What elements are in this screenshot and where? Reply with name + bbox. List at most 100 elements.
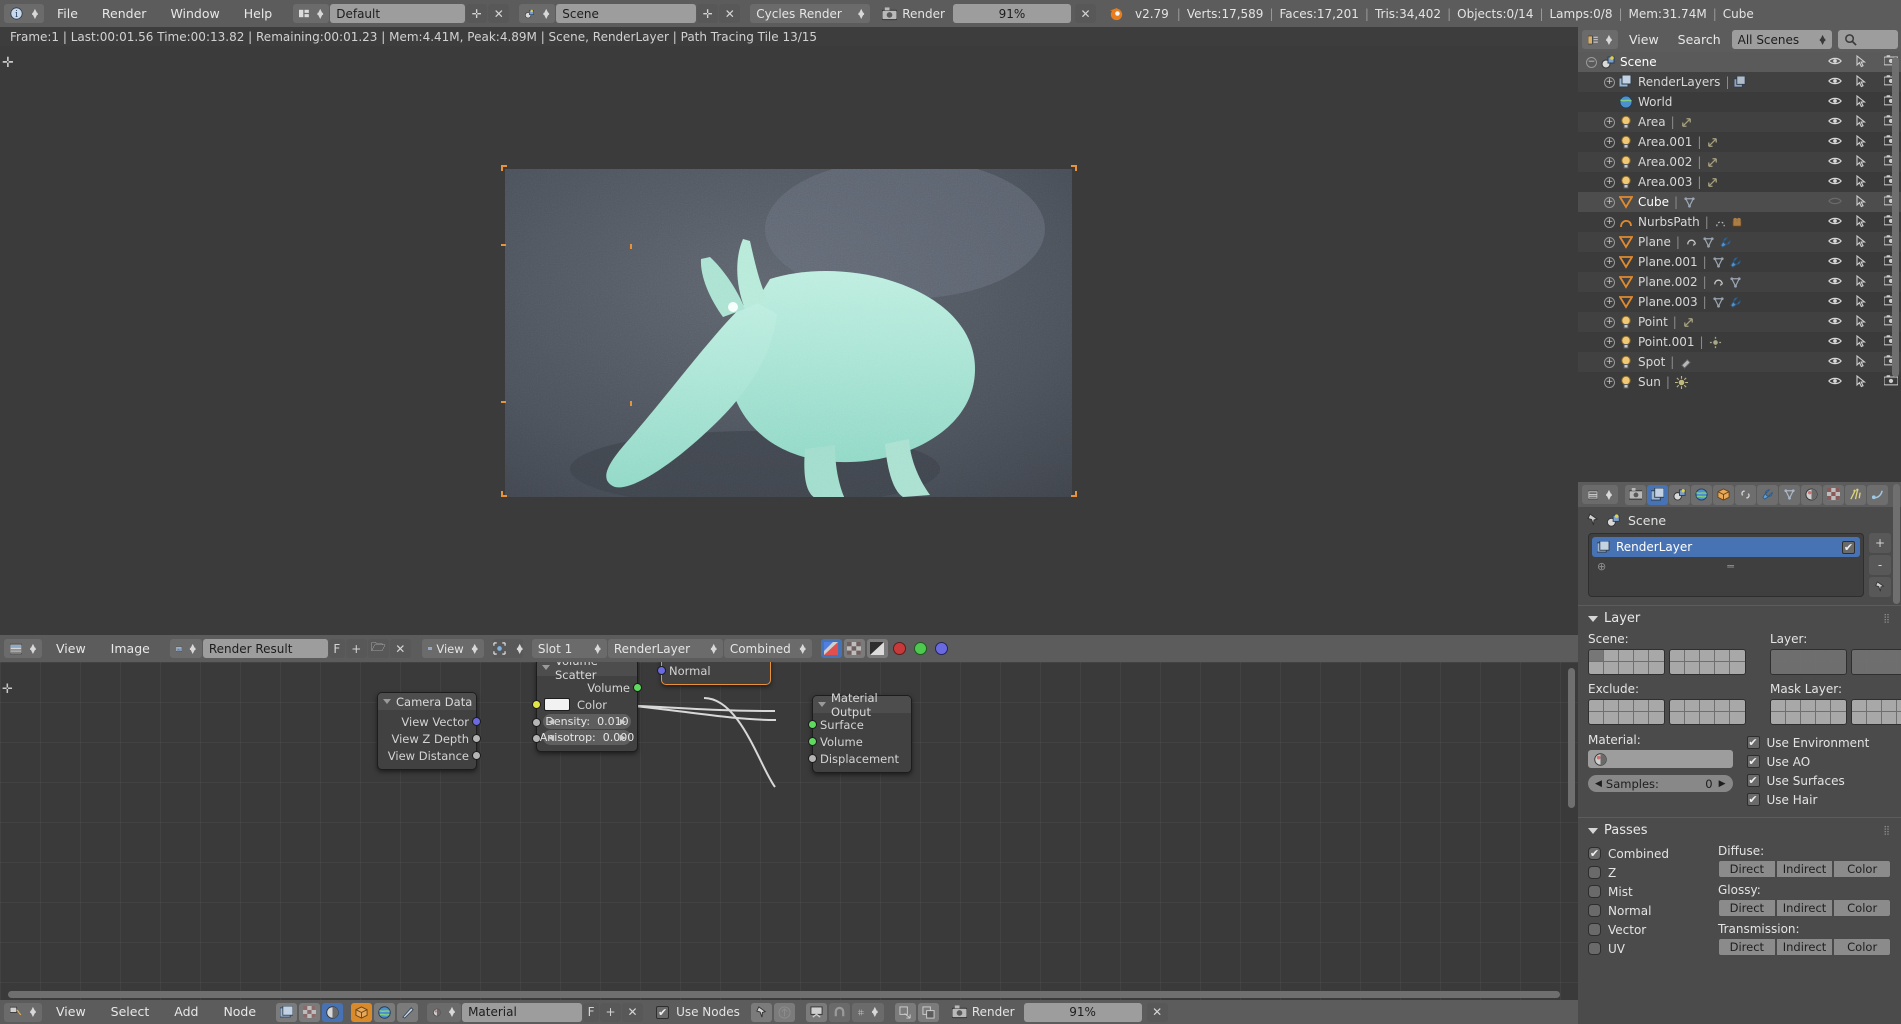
camera-icon[interactable] [1731, 216, 1744, 229]
layer-toggle-cell[interactable] [1831, 712, 1846, 724]
outliner-row-scene[interactable]: − Scene [1578, 52, 1901, 72]
pass-z[interactable]: Z [1588, 863, 1700, 882]
value-inc-arrow[interactable]: ▶ [620, 717, 626, 726]
scene-datablock-icon-button[interactable]: ▲ ▼ [519, 4, 556, 23]
layer-toggle-cell[interactable] [1882, 700, 1897, 712]
outliner-scrollbar[interactable] [1892, 57, 1899, 377]
properties-tab-material[interactable] [1801, 484, 1822, 505]
selectability-cursor-icon[interactable] [1856, 154, 1870, 169]
render-slot-selector[interactable]: Slot 1 ▲ ▼ [531, 639, 607, 658]
node-camera-data[interactable]: Camera Data View Vector View Z Depth Vie… [377, 692, 481, 770]
layer-toggle-cell[interactable] [1619, 650, 1634, 662]
screen-layout-icon-button[interactable]: ▲ ▼ [293, 4, 330, 23]
shader-type-object-button[interactable] [351, 1002, 373, 1022]
layer-toggle-cell[interactable] [1867, 650, 1882, 662]
layer-toggle-cell[interactable] [1831, 700, 1846, 712]
outliner-row-plane-001[interactable]: + Plane.001 | [1578, 252, 1901, 272]
layer-panel-header[interactable]: Layer ⣿ [1588, 611, 1891, 626]
selectability-cursor-icon[interactable] [1856, 254, 1870, 269]
layer-toggle-cell[interactable] [1786, 650, 1801, 662]
visibility-eye-icon[interactable] [1828, 235, 1842, 249]
selectability-cursor-icon[interactable] [1856, 114, 1870, 129]
menu-window[interactable]: Window [159, 1, 230, 27]
layer-toggle-cell[interactable] [1670, 650, 1685, 662]
layer-toggle-cell[interactable] [1604, 650, 1619, 662]
node-canvas-vscrollbar[interactable] [1568, 668, 1575, 808]
pass-vector[interactable]: Vector [1588, 920, 1700, 939]
layer-toggle-cell[interactable] [1670, 662, 1685, 674]
outliner-display-mode[interactable]: All Scenes ▲ ▼ [1731, 30, 1832, 49]
pass-checkbox[interactable] [1588, 866, 1601, 879]
snap-mode-selector[interactable]: ▲ ▼ [851, 1002, 884, 1022]
use-nodes-toggle[interactable]: ✔ Use Nodes [656, 1003, 740, 1022]
render-layer-list-item[interactable]: RenderLayer ✔ [1592, 537, 1860, 557]
layer-toggle-cell[interactable] [1867, 662, 1882, 674]
fake-user-button[interactable]: F [328, 639, 345, 658]
render-pass-selector[interactable]: Combined ▲ ▼ [723, 639, 812, 658]
selectability-cursor-icon[interactable] [1856, 194, 1870, 209]
curve-data-icon[interactable] [1714, 216, 1727, 229]
mesh-data-icon[interactable] [1729, 276, 1742, 289]
samples-inc-arrow[interactable]: ▶ [1719, 779, 1726, 789]
node-socket[interactable] [657, 666, 666, 675]
pass-button-direct[interactable]: Direct [1718, 938, 1776, 956]
layer-toggle-cell[interactable] [1634, 712, 1649, 724]
open-image-button[interactable]: 🗁 [367, 639, 389, 658]
value-dec-arrow[interactable]: ◀ [548, 717, 554, 726]
pass-checkbox[interactable] [1588, 942, 1601, 955]
value-dec-arrow[interactable]: ◀ [548, 733, 554, 742]
layer-block[interactable] [1851, 699, 1901, 725]
pass-checkbox[interactable] [1588, 885, 1601, 898]
editor-type-selector[interactable]: i ▲ ▼ [4, 4, 44, 23]
outliner-expand-toggle[interactable]: + [1604, 356, 1615, 368]
visibility-eye-icon[interactable] [1828, 195, 1842, 209]
green-channel-button[interactable] [911, 639, 930, 658]
image-name-field[interactable]: Render Result [202, 639, 328, 658]
selectability-cursor-icon[interactable] [1856, 54, 1870, 69]
outliner-row-nurbspath[interactable]: + NurbsPath | [1578, 212, 1901, 232]
menu-render[interactable]: Render [91, 1, 158, 27]
exclude-layers-grid[interactable] [1588, 699, 1746, 725]
layer-toggle-cell[interactable] [1882, 712, 1897, 724]
node-volume-scatter[interactable]: Volume Scatter Volume Color ◀ Density: 0… [532, 662, 642, 752]
layer-toggle-cell[interactable] [1786, 700, 1801, 712]
node-value-field[interactable]: ◀ Density: 0.010 ▶ [543, 714, 631, 729]
use-backdrop-button[interactable] [805, 1002, 827, 1022]
properties-pin-icon[interactable] [1586, 513, 1600, 527]
pass-button-direct[interactable]: Direct [1718, 899, 1776, 917]
layer-check-use-surfaces[interactable]: ✔ Use Surfaces [1746, 771, 1892, 790]
material-name-field[interactable]: Material [462, 1002, 583, 1022]
layer-toggle-cell[interactable] [1867, 700, 1882, 712]
node-socket[interactable] [472, 751, 481, 760]
layer-toggle-cell[interactable] [1700, 712, 1715, 724]
image-datablock-selector[interactable]: ▲ ▼ [169, 639, 202, 658]
layer-toggle-cell[interactable] [1649, 662, 1664, 674]
node-collapse-icon[interactable] [818, 702, 826, 707]
properties-tab-modifiers[interactable] [1757, 484, 1778, 505]
copy-node-button[interactable] [917, 1002, 939, 1022]
outliner-expand-toggle[interactable]: − [1586, 56, 1597, 68]
layer-toggle-cell[interactable] [1897, 712, 1901, 724]
properties-editor-type-selector[interactable]: ▲ ▼ [1582, 485, 1618, 504]
layer-toggle-cell[interactable] [1831, 662, 1846, 674]
render-layer-selector[interactable]: RenderLayer ▲ ▼ [607, 639, 723, 658]
node-editor-type-selector[interactable]: ▲ ▼ [4, 1002, 42, 1022]
outliner-row-point[interactable]: + Point | [1578, 312, 1901, 332]
outliner-row-plane[interactable]: + Plane | [1578, 232, 1901, 252]
layer-check-use-ao[interactable]: ✔ Use AO [1746, 752, 1892, 771]
layer-toggle-cell[interactable] [1816, 662, 1831, 674]
pass-button-color[interactable]: Color [1833, 860, 1892, 878]
outliner-row-sun[interactable]: + Sun | [1578, 372, 1901, 392]
outliner-expand-toggle[interactable]: + [1604, 376, 1615, 388]
panel-grip[interactable]: ⣿ [1883, 614, 1891, 624]
scene-layers-grid[interactable] [1588, 649, 1746, 675]
outliner-row-area[interactable]: + Area | [1578, 112, 1901, 132]
outliner-expand-toggle[interactable]: + [1604, 156, 1615, 168]
outliner-expand-toggle[interactable]: + [1604, 136, 1615, 148]
layer-toggle-cell[interactable] [1786, 662, 1801, 674]
node-render-progress-slider[interactable]: 91% [1023, 1002, 1142, 1022]
pass-checkbox[interactable] [1588, 904, 1601, 917]
layer-block[interactable] [1770, 699, 1847, 725]
outliner-row-world[interactable]: World [1578, 92, 1901, 112]
layer-toggle-cell[interactable] [1730, 662, 1745, 674]
